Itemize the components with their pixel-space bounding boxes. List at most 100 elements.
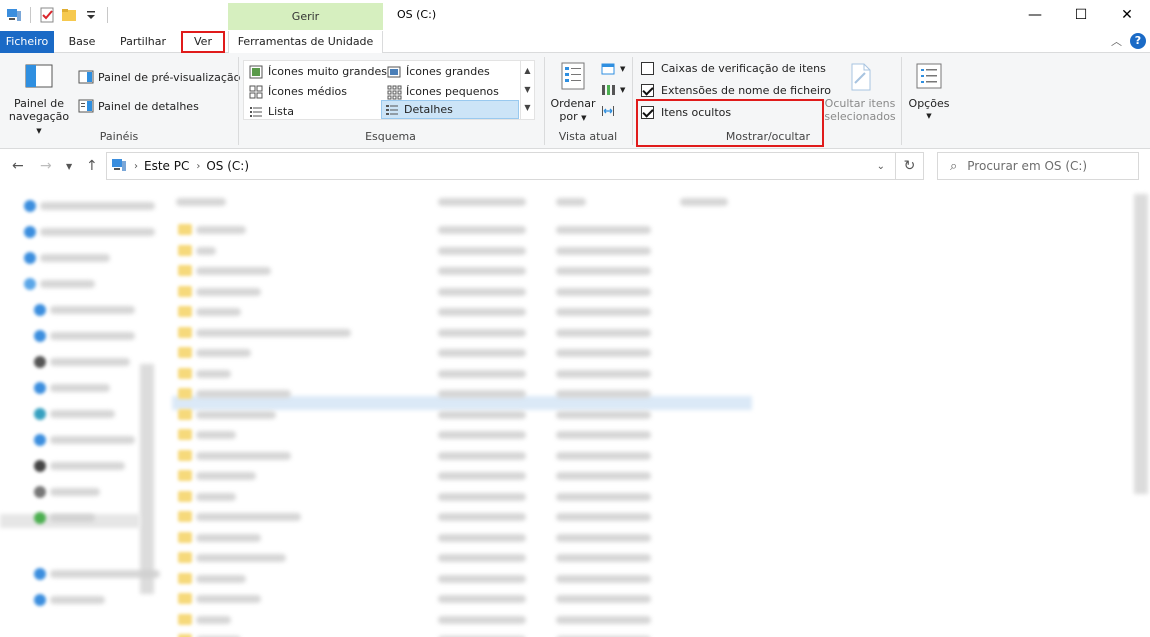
- breadcrumb-os-c[interactable]: OS (C:): [206, 159, 249, 173]
- size-columns-button[interactable]: [600, 103, 616, 119]
- layout-item-label: Ícones grandes: [406, 65, 490, 78]
- file-date: [438, 349, 526, 357]
- nav-item-icon: [34, 460, 46, 472]
- search-box[interactable]: ⌕ Procurar em OS (C:): [937, 152, 1139, 180]
- tab-base[interactable]: Base: [58, 31, 106, 53]
- folder-icon: [178, 613, 192, 625]
- new-folder-icon[interactable]: [61, 7, 77, 23]
- help-icon[interactable]: ?: [1130, 33, 1146, 49]
- folder-icon: [178, 388, 192, 399]
- details-pane-icon: [78, 98, 94, 114]
- up-arrow-icon[interactable]: ↑: [86, 158, 98, 174]
- maximize-button[interactable]: ☐: [1058, 0, 1104, 30]
- properties-icon[interactable]: [39, 7, 55, 23]
- layout-list[interactable]: Lista: [246, 102, 384, 121]
- navigation-pane-button[interactable]: Painel de navegação ▼: [6, 61, 72, 138]
- refresh-button[interactable]: ↻: [896, 152, 924, 180]
- file-list-scrollbar[interactable]: [1134, 194, 1148, 494]
- close-button[interactable]: ✕: [1104, 0, 1150, 30]
- layout-small-icons[interactable]: Ícones pequenos: [384, 82, 518, 101]
- quick-access-toolbar: [6, 5, 110, 25]
- scroll-up-icon[interactable]: ▲: [521, 61, 534, 80]
- preview-pane-button[interactable]: Painel de pré-visualização: [78, 69, 240, 85]
- column-header-date: [438, 198, 526, 206]
- file-date: [438, 615, 526, 624]
- folder-icon: [178, 244, 192, 256]
- file-extensions-label: Extensões de nome de ficheiro: [661, 84, 831, 97]
- breadcrumb-chevron-icon[interactable]: ›: [134, 161, 138, 172]
- address-bar[interactable]: › Este PC › OS (C:) ⌄: [106, 152, 896, 180]
- file-type: [556, 615, 651, 624]
- nav-item-text: [40, 228, 155, 236]
- item-checkboxes-toggle[interactable]: Caixas de verificação de itens: [641, 62, 826, 75]
- tab-share[interactable]: Partilhar: [110, 31, 176, 53]
- add-columns-button[interactable]: ▼: [600, 82, 625, 98]
- collapse-ribbon-icon[interactable]: ︿: [1111, 33, 1122, 49]
- computer-icon[interactable]: [6, 7, 22, 23]
- file-name: [196, 267, 271, 275]
- sort-by-label-line1: Ordenar: [550, 97, 596, 110]
- recent-locations-icon[interactable]: ▼: [66, 162, 72, 171]
- chevron-down-icon: ▼: [581, 114, 587, 122]
- nav-item-icon: [24, 200, 36, 212]
- nav-item-text: [50, 332, 135, 340]
- gallery-more-icon[interactable]: ▼: [521, 99, 534, 117]
- file-type: [556, 267, 651, 275]
- nav-item-icon: [24, 278, 36, 290]
- chevron-down-icon: ▼: [620, 86, 626, 94]
- file-name: [196, 451, 291, 460]
- back-arrow-icon[interactable]: ←: [12, 158, 24, 174]
- tab-file[interactable]: Ficheiro: [0, 31, 54, 53]
- close-icon: ✕: [1121, 7, 1133, 23]
- minimize-button[interactable]: —: [1012, 0, 1058, 30]
- nav-item-text: [50, 358, 130, 366]
- breadcrumb-chevron-icon[interactable]: ›: [196, 161, 200, 172]
- layout-extra-large-icons[interactable]: Ícones muito grandes: [246, 62, 387, 81]
- file-extensions-checkbox[interactable]: [641, 84, 654, 97]
- layout-gallery-scroll[interactable]: ▲ ▼ ▼: [520, 61, 534, 119]
- file-name: [196, 513, 301, 521]
- breadcrumb-this-pc[interactable]: Este PC: [144, 159, 189, 173]
- group-by-icon: [600, 61, 616, 77]
- search-placeholder: Procurar em OS (C:): [967, 159, 1088, 173]
- file-list-selected-row[interactable]: [172, 396, 752, 410]
- folder-icon: [178, 429, 192, 440]
- preview-pane-icon: [78, 69, 94, 85]
- customize-qat-icon[interactable]: [83, 7, 99, 23]
- hide-selected-items-button[interactable]: Ocultar itens selecionados: [824, 61, 896, 123]
- minimize-icon: —: [1028, 7, 1042, 23]
- options-button[interactable]: Opções ▼: [906, 61, 952, 123]
- options-label: Opções: [908, 97, 950, 110]
- tab-drive-tools[interactable]: Ferramentas de Unidade: [228, 31, 383, 53]
- forward-arrow-icon[interactable]: →: [40, 158, 52, 174]
- folder-icon: [178, 265, 192, 276]
- file-name: [196, 554, 286, 562]
- nav-pane-scrollbar[interactable]: [140, 364, 154, 594]
- layout-details[interactable]: Detalhes: [381, 100, 519, 119]
- file-date: [438, 410, 526, 419]
- scroll-down-icon[interactable]: ▼: [521, 80, 534, 99]
- sort-by-button[interactable]: Ordenar por ▼: [550, 61, 596, 125]
- file-date: [438, 390, 526, 398]
- file-date: [438, 226, 526, 234]
- details-pane-button[interactable]: Painel de detalhes: [78, 98, 199, 114]
- item-checkboxes-checkbox[interactable]: [641, 62, 654, 75]
- folder-icon: [178, 408, 192, 420]
- layout-item-label: Ícones pequenos: [406, 85, 499, 98]
- file-type: [556, 574, 651, 583]
- address-dropdown-icon[interactable]: ⌄: [877, 161, 885, 172]
- file-date: [438, 267, 526, 275]
- file-extensions-toggle[interactable]: Extensões de nome de ficheiro: [641, 84, 831, 97]
- group-by-button[interactable]: ▼: [600, 61, 625, 77]
- file-type: [556, 410, 651, 419]
- medium-icons-icon: [248, 84, 264, 100]
- ribbon-help-area: ︿ ?: [1111, 33, 1146, 49]
- folder-icon: [178, 224, 192, 235]
- tab-view[interactable]: Ver: [181, 31, 225, 53]
- nav-item-text: [50, 514, 95, 522]
- file-name: [196, 410, 276, 419]
- nav-item-icon: [34, 594, 46, 606]
- file-name: [196, 533, 261, 542]
- layout-medium-icons[interactable]: Ícones médios: [246, 82, 384, 101]
- layout-large-icons[interactable]: Ícones grandes: [384, 62, 518, 81]
